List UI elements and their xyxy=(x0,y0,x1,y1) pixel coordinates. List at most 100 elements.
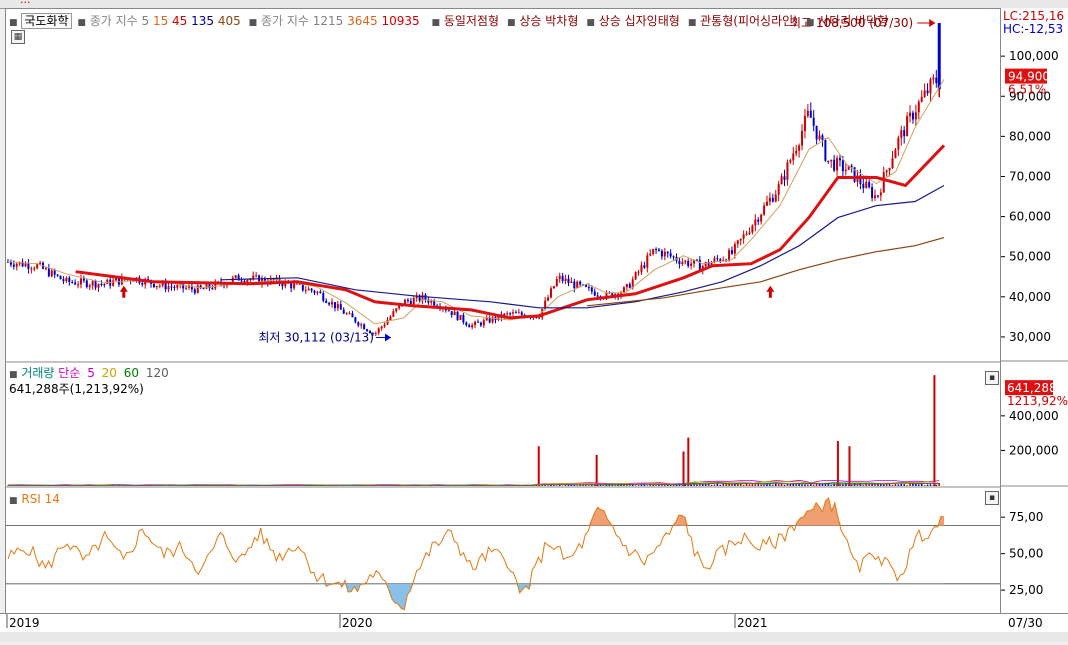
candle-body xyxy=(477,322,479,323)
volume-bar xyxy=(769,484,771,486)
ma15-line xyxy=(8,79,944,324)
candle-body xyxy=(924,90,926,96)
candle-body xyxy=(839,158,841,160)
candle-body xyxy=(912,113,914,120)
candle-body xyxy=(468,325,470,327)
legend-square-icon: ■ xyxy=(507,18,516,28)
candle-body xyxy=(792,154,794,161)
candle-body xyxy=(635,272,637,279)
candle-body xyxy=(62,279,64,281)
candle-body xyxy=(360,324,362,325)
x-tick-label: 2021 xyxy=(737,616,768,630)
volume-bar xyxy=(898,484,900,486)
candle-body xyxy=(65,278,67,281)
volume-bar xyxy=(772,485,774,486)
candle-body xyxy=(235,275,237,277)
price-tick-label: 30,000 xyxy=(1009,330,1051,344)
x-axis-canvas: 20192020202107/30 xyxy=(0,614,1068,642)
candle-body xyxy=(80,278,82,284)
candle-body xyxy=(322,293,324,301)
volume-spike-5 xyxy=(837,441,839,486)
legend-square-icon: ■ xyxy=(9,496,18,506)
volume-bar xyxy=(936,485,938,486)
chart-panel[interactable]: 최고 108,500 (07/30)최저 30,112 (03/13) ■ 국도… xyxy=(5,8,1002,615)
candle-body xyxy=(638,272,640,273)
candle-body xyxy=(483,320,485,325)
volume-tick-label: 200,000 xyxy=(1009,443,1059,457)
volume-bar xyxy=(714,484,716,486)
volume-bar xyxy=(702,485,704,486)
volume-bar xyxy=(877,484,879,486)
candle-body xyxy=(389,317,391,320)
price-tick-label: 50,000 xyxy=(1009,250,1051,264)
volume-pane-toggle-icon[interactable]: ▪ xyxy=(985,371,999,385)
candle-body xyxy=(836,158,838,170)
rsi-pane-toggle-icon[interactable]: ▪ xyxy=(985,491,999,505)
volume-bar xyxy=(763,485,765,486)
ma-period-15: 15 xyxy=(149,14,168,28)
candle-body xyxy=(918,102,920,113)
volume-bar xyxy=(541,485,543,486)
volume-bar xyxy=(719,485,721,486)
candle-body xyxy=(337,304,339,308)
candle-body xyxy=(197,285,199,293)
lc-label: LC:215,16 xyxy=(1003,9,1064,23)
candle-body xyxy=(141,283,143,285)
candle-body xyxy=(929,79,931,93)
candle-body xyxy=(302,284,304,290)
candle-body xyxy=(915,112,917,119)
candle-body xyxy=(30,269,32,270)
candle-body xyxy=(182,283,184,288)
volume-bar xyxy=(868,484,870,486)
candle-body xyxy=(343,310,345,314)
volume-simple-label: 단순 xyxy=(58,366,80,380)
candle-body xyxy=(241,281,243,282)
candle-body xyxy=(86,281,88,287)
volume-bar xyxy=(804,484,806,486)
candle-body xyxy=(246,280,248,283)
volume-period-60: 60 xyxy=(120,366,139,380)
candle-body xyxy=(810,111,812,118)
final-candle-body xyxy=(938,23,941,89)
grid-table-icon[interactable]: ▦ xyxy=(11,30,25,44)
candle-body xyxy=(640,265,642,271)
candle-body xyxy=(474,322,476,325)
candle-body xyxy=(203,288,205,289)
candle-body xyxy=(103,284,105,285)
volume-periods: 5 20 60 120 xyxy=(84,366,169,380)
candle-body xyxy=(830,160,832,162)
candle-body xyxy=(684,261,686,262)
candle-body xyxy=(579,282,581,285)
candle-body xyxy=(308,289,310,291)
candle-body xyxy=(734,244,736,254)
stock-name-box[interactable]: 국도화학 xyxy=(21,13,71,29)
candle-body xyxy=(813,118,815,126)
candle-body xyxy=(827,161,829,162)
ma45-line xyxy=(76,145,944,318)
current-volume-label: 641,288 xyxy=(1007,381,1057,395)
candle-body xyxy=(807,111,809,116)
volume-bar xyxy=(655,485,657,486)
candle-body xyxy=(559,276,561,279)
chart-canvas[interactable]: 최고 108,500 (07/30)최저 30,112 (03/13) xyxy=(6,9,1001,614)
candle-body xyxy=(413,298,415,304)
candle-body xyxy=(883,172,885,192)
candle-body xyxy=(74,283,76,285)
pattern-label-2: 상승 박차형 xyxy=(516,14,579,28)
candle-body xyxy=(255,275,257,276)
volume-bar xyxy=(652,485,654,486)
candle-body xyxy=(871,187,873,198)
y-axis-panel: LC:215,16HC:-12,5330,00040,00050,00060,0… xyxy=(1000,8,1068,613)
legend-square-icon: ■ xyxy=(249,18,258,28)
candle-body xyxy=(927,90,929,93)
candle-body xyxy=(567,279,569,283)
candle-body xyxy=(842,160,844,171)
candle-body xyxy=(506,313,508,314)
candle-body xyxy=(763,206,765,215)
candle-body xyxy=(480,323,482,326)
candle-body xyxy=(743,234,745,238)
legend-square-icon: ■ xyxy=(431,18,440,28)
candle-body xyxy=(935,78,937,83)
candle-body xyxy=(159,286,161,287)
candle-body xyxy=(89,286,91,288)
